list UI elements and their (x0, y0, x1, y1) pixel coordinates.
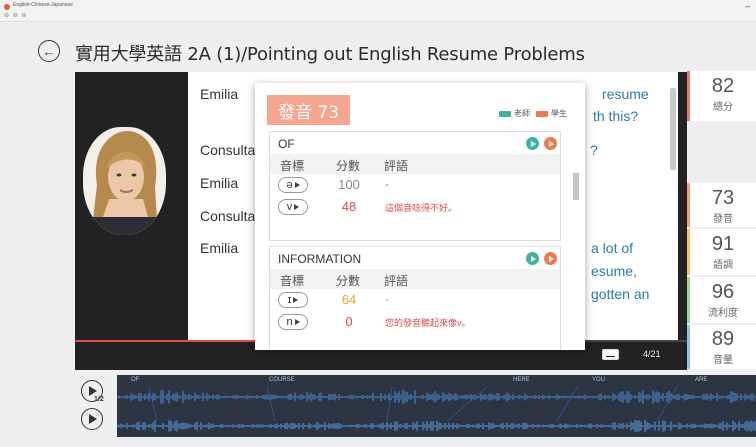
transcript-line[interactable]: gotten an (591, 286, 649, 302)
phoneme-symbol: ɪ (287, 294, 292, 306)
play-icon (294, 204, 300, 210)
fluency-score: 96 (711, 281, 735, 303)
student-swatch (536, 110, 548, 117)
playback-progress-fill (75, 340, 259, 342)
legend: 老師 學生 (499, 108, 567, 119)
phoneme-row: ə 100 - (270, 174, 560, 196)
comment-col-header: 評語 (384, 274, 409, 288)
volume-score-card[interactable]: 89 音量 (687, 325, 756, 369)
phoneme-row: v 48 這個音唸得不好。 (270, 196, 560, 218)
phoneme-symbol: v (286, 201, 293, 213)
pronunciation-popup: 發音 73 老師 學生 OF 音標 分數 評語 ə 100 - v 48 這個音… (255, 83, 585, 350)
minimize-button[interactable]: – (745, 1, 750, 11)
score-col-header: 分數 (336, 274, 361, 288)
page-title: 實用大學英語 2A (1)/Pointing out English Resum… (75, 44, 585, 65)
transcript-line[interactable]: resume (602, 86, 649, 102)
phoneme-symbol: ə (286, 179, 293, 191)
app-window: English-Chinese-Japanese ⊖ ⊖ ⊖ – ← 實用大學英… (0, 0, 756, 447)
column-header: 音標 分數 評語 (270, 154, 560, 174)
play-button[interactable] (81, 408, 103, 430)
phoneme-score: 0 (345, 314, 353, 329)
fluency-score-card[interactable]: 96 流利度 (687, 277, 756, 323)
word-label: OF (278, 137, 295, 151)
play-icon (293, 297, 299, 303)
waveform-word-labels: OF COURSE HERE YOU ARE (117, 377, 756, 387)
half-speed-label: 1/2 (94, 396, 104, 403)
intonation-score-card[interactable]: 91 語調 (687, 229, 756, 275)
wave-word: OF (131, 377, 140, 383)
speaker-label: Consulta (200, 142, 256, 158)
window-controls[interactable]: ⊖ ⊖ ⊖ (4, 12, 27, 19)
window-title: English-Chinese-Japanese (13, 2, 73, 8)
phoneme-score: 64 (341, 292, 357, 307)
transcript-line[interactable]: th this? (593, 108, 638, 124)
total-score: 82 (711, 75, 735, 97)
legend-student: 學生 (551, 109, 567, 118)
speaker-label: Emilia (200, 240, 239, 256)
arrow-left-icon: ← (42, 43, 56, 59)
phoneme-play-button[interactable]: n (278, 314, 308, 330)
word-label: INFORMATION (278, 252, 362, 266)
speaker-label: Consulta (200, 208, 256, 224)
play-icon (294, 319, 300, 325)
teacher-play-icon[interactable] (526, 137, 539, 150)
phoneme-row: n 0 您的發音聽起來像v。 (270, 311, 560, 333)
total-score-card[interactable]: 82 總分 (687, 71, 756, 121)
teacher-play-icon[interactable] (526, 252, 539, 265)
phoneme-comment: - (385, 177, 389, 191)
volume-score: 89 (711, 328, 735, 350)
speaker-label: Emilia (200, 175, 239, 191)
back-button[interactable]: ← (38, 40, 60, 62)
column-header: 音標 分數 評語 (270, 269, 560, 289)
wave-word: ARE (695, 377, 708, 383)
title-bar: English-Chinese-Japanese ⊖ ⊖ ⊖ – (0, 0, 756, 22)
transcript-line[interactable]: ? (590, 142, 598, 158)
phoneme-play-button[interactable]: ə (278, 177, 308, 193)
subtitle-icon[interactable] (602, 349, 619, 360)
page-counter: 4/21 (643, 349, 661, 359)
phoneme-score: 100 (338, 177, 360, 192)
word-section: OF 音標 分數 評語 ə 100 - v 48 這個音唸得不好。 (269, 131, 561, 241)
phoneme-play-button[interactable]: v (278, 199, 308, 215)
total-score-label: 總分 (713, 102, 733, 113)
popup-scrollbar[interactable] (573, 173, 579, 200)
play-icon (294, 182, 300, 188)
legend-teacher: 老師 (514, 109, 530, 118)
word-header: OF (270, 132, 560, 154)
phonetic-col-header: 音標 (280, 274, 305, 288)
pronunciation-score-label: 發音 (713, 214, 733, 225)
intonation-score: 91 (711, 233, 735, 255)
phoneme-comment: 您的發音聽起來像v。 (385, 318, 471, 328)
comment-col-header: 評語 (384, 159, 409, 173)
teacher-swatch (499, 110, 511, 117)
phonetic-col-header: 音標 (280, 159, 305, 173)
student-play-icon[interactable] (544, 137, 557, 150)
pronunciation-badge: 發音 73 (267, 95, 350, 125)
word-section: INFORMATION 音標 分數 評語 ɪ 64 - n 0 您的發音聽起來像… (269, 246, 561, 350)
pronunciation-score-card[interactable]: 73 發音 (687, 183, 756, 227)
speaker-label: Emilia (200, 86, 239, 102)
phoneme-symbol: n (286, 316, 293, 328)
pronunciation-score: 73 (711, 187, 735, 209)
phoneme-comment: 這個音唸得不好。 (385, 203, 458, 213)
score-col-header: 分數 (336, 159, 361, 173)
app-icon (4, 4, 10, 10)
word-header: INFORMATION (270, 247, 560, 269)
transcript-scrollbar[interactable] (670, 88, 676, 170)
phoneme-row: ɪ 64 - (270, 289, 560, 311)
phoneme-comment: - (385, 292, 389, 306)
wave-word: COURSE (269, 377, 295, 383)
transcript-line[interactable]: a lot of (591, 240, 633, 256)
student-play-icon[interactable] (544, 252, 557, 265)
avatar (83, 127, 166, 235)
phoneme-score: 48 (341, 199, 357, 214)
transcript-line[interactable]: esume, (591, 263, 637, 279)
volume-score-label: 音量 (713, 355, 733, 366)
wave-word: HERE (513, 377, 530, 383)
intonation-score-label: 語調 (713, 260, 733, 271)
phoneme-play-button[interactable]: ɪ (278, 292, 308, 308)
fluency-score-label: 流利度 (708, 308, 738, 319)
wave-word: YOU (592, 377, 606, 383)
